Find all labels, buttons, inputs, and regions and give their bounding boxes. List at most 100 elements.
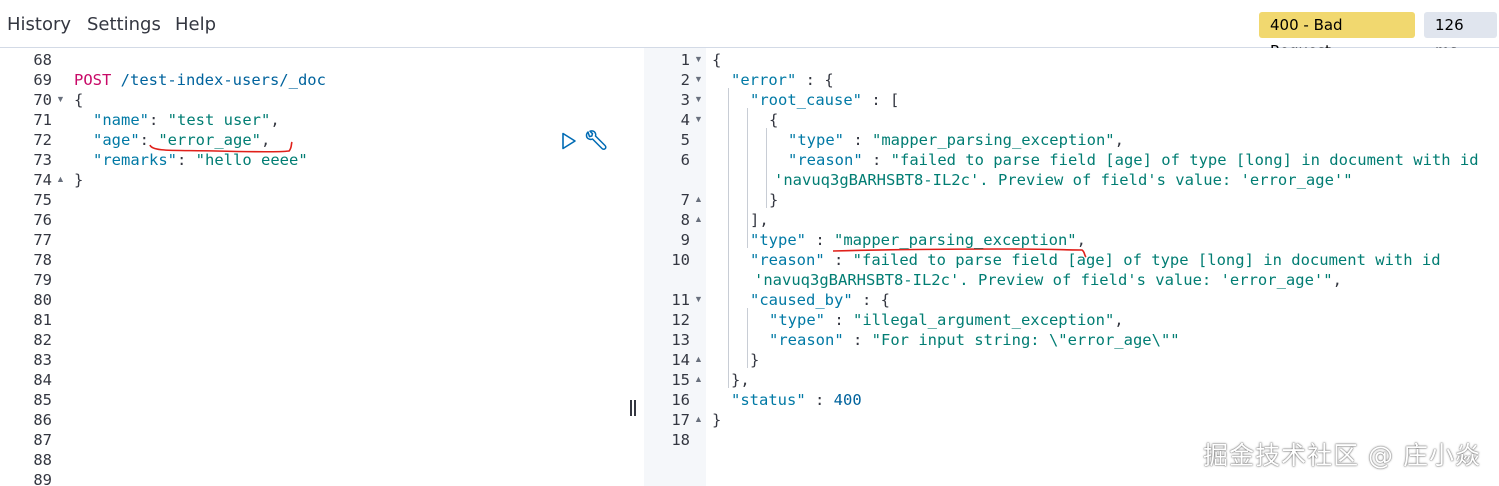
field-sep: : [149, 111, 168, 129]
watermark: 掘金技术社区 @ 庄小焱 [1203, 441, 1481, 470]
line-number: 73 [33, 151, 52, 169]
json-string: "failed to parse field [age] of type [lo… [890, 151, 1479, 169]
fold-close-icon[interactable]: ▲ [694, 214, 703, 224]
status-badge: 400 - Bad Request [1259, 12, 1415, 60]
fold-open-icon[interactable]: ▼ [56, 94, 65, 104]
json-punct: : [825, 311, 853, 329]
line-number: 1 [680, 51, 690, 69]
response-line: 'navuq3gBARHSBT8-IL2c'. Preview of field… [754, 270, 1342, 290]
line-number: 16 [671, 391, 690, 409]
pane-divider[interactable] [626, 48, 644, 486]
json-key: "reason" [788, 151, 863, 169]
fold-close-icon[interactable]: ▲ [694, 194, 703, 204]
json-punct: : [824, 251, 853, 269]
request-line: POST /test-index-users/_doc [74, 70, 326, 90]
line-number: 72 [33, 131, 52, 149]
fold-open-icon[interactable]: ▼ [694, 54, 703, 64]
fold-open-icon[interactable]: ▼ [694, 74, 703, 84]
line-number: 84 [33, 371, 52, 389]
json-punct: } [769, 191, 779, 209]
response-line: "type" : "mapper_parsing_exception", [750, 230, 1086, 250]
json-string: "mapper_parsing_exception" [872, 131, 1115, 149]
json-key: "reason" [769, 331, 844, 349]
json-punct: , [1076, 231, 1086, 249]
line-number: 10 [671, 251, 690, 269]
json-string: 'navuq3gBARHSBT8-IL2c'. Preview of field… [774, 171, 1353, 189]
response-line: "reason" : "failed to parse field [age] … [750, 250, 1441, 270]
response-line: } [750, 350, 759, 370]
response-line: { [769, 110, 778, 130]
line-number: 82 [33, 331, 52, 349]
json-punct: } [750, 351, 760, 369]
json-key: "root_cause" [750, 91, 862, 109]
json-punct: : [806, 231, 834, 249]
wrench-icon[interactable] [584, 130, 608, 152]
json-punct: : [805, 391, 834, 409]
line-number: 71 [33, 111, 52, 129]
indent-guide [728, 88, 729, 388]
fold-close-icon[interactable]: ▲ [694, 374, 703, 384]
response-editor: {"error" : {"root_cause" : [{"type" : "m… [706, 48, 1499, 486]
line-number: 11 [671, 291, 690, 309]
line-number: 15 [671, 371, 690, 389]
line-number: 8 [680, 211, 690, 229]
response-line: "error" : { [731, 70, 834, 90]
response-line: "root_cause" : [ [750, 90, 899, 110]
field-key: "age" [93, 131, 140, 149]
fold-open-icon[interactable]: ▼ [694, 294, 703, 304]
line-number: 9 [680, 231, 690, 249]
fold-close-icon[interactable]: ▲ [56, 174, 65, 184]
request-editor[interactable]: POST /test-index-users/_doc { "name": "t… [68, 48, 626, 486]
field-end: , [270, 111, 280, 129]
json-punct: { [712, 51, 722, 69]
line-number: 13 [671, 331, 690, 349]
fold-open-icon[interactable]: ▼ [694, 94, 703, 104]
menu-settings[interactable]: Settings [87, 14, 161, 35]
fold-close-icon[interactable]: ▲ [694, 414, 703, 424]
json-key: "caused_by" [750, 291, 853, 309]
json-key: "type" [750, 231, 806, 249]
response-time-badge: 126 ms [1424, 12, 1497, 60]
line-number: 69 [33, 71, 52, 89]
json-punct: { [769, 111, 779, 129]
json-punct: : [862, 151, 891, 169]
json-string: "For input string: \"error_age\"" [871, 331, 1180, 349]
json-punct: , [1114, 311, 1124, 329]
response-gutter: 1 ▼ 2 ▼ 3 ▼ 4 ▼ 5 6 7 ▲ 8 ▲ 9 10 11 ▼ 12 13 14 ▲ 15 ▲ 16 17 ▲ 18 [644, 48, 706, 486]
menu-history[interactable]: History [7, 14, 71, 35]
response-line: "type" : "illegal_argument_exception", [769, 310, 1124, 330]
response-line: "type" : "mapper_parsing_exception", [788, 130, 1124, 150]
json-string: 'navuq3gBARHSBT8-IL2c'. Preview of field… [754, 271, 1333, 289]
fold-close-icon[interactable]: ▲ [694, 354, 703, 364]
line-number: 88 [33, 451, 52, 469]
line-number: 80 [33, 291, 52, 309]
json-key: "type" [788, 131, 844, 149]
play-icon[interactable] [561, 132, 577, 150]
line-number: 18 [671, 431, 690, 449]
line-number: 74 [33, 171, 52, 189]
json-key: "status" [731, 391, 806, 409]
line-number: 4 [680, 111, 690, 129]
line-number: 14 [671, 351, 690, 369]
line-number: 2 [680, 71, 690, 89]
line-number: 77 [33, 231, 52, 249]
menu-help[interactable]: Help [175, 14, 216, 35]
json-key: "type" [769, 311, 825, 329]
request-gutter: 68 69 70 ▼ 71 72 73 74 ▲ 75 76 77 78 79 80 81 82 83 84 85 86… [0, 48, 68, 486]
response-line: "status" : 400 [731, 390, 862, 410]
json-punct: , [1114, 131, 1124, 149]
resize-handle-icon[interactable] [630, 400, 638, 416]
json-key: "error" [731, 71, 797, 89]
line-number: 87 [33, 431, 52, 449]
indent-guide [747, 308, 748, 368]
line-number: 12 [671, 311, 690, 329]
line-number: 81 [33, 311, 52, 329]
indent-guide [766, 128, 767, 208]
field-value: "test user" [167, 111, 271, 129]
response-line: } [712, 410, 721, 430]
response-line: 'navuq3gBARHSBT8-IL2c'. Preview of field… [774, 170, 1353, 190]
line-number: 89 [33, 471, 52, 486]
line-number: 78 [33, 251, 52, 269]
line-number: 3 [680, 91, 690, 109]
fold-open-icon[interactable]: ▼ [694, 114, 703, 124]
